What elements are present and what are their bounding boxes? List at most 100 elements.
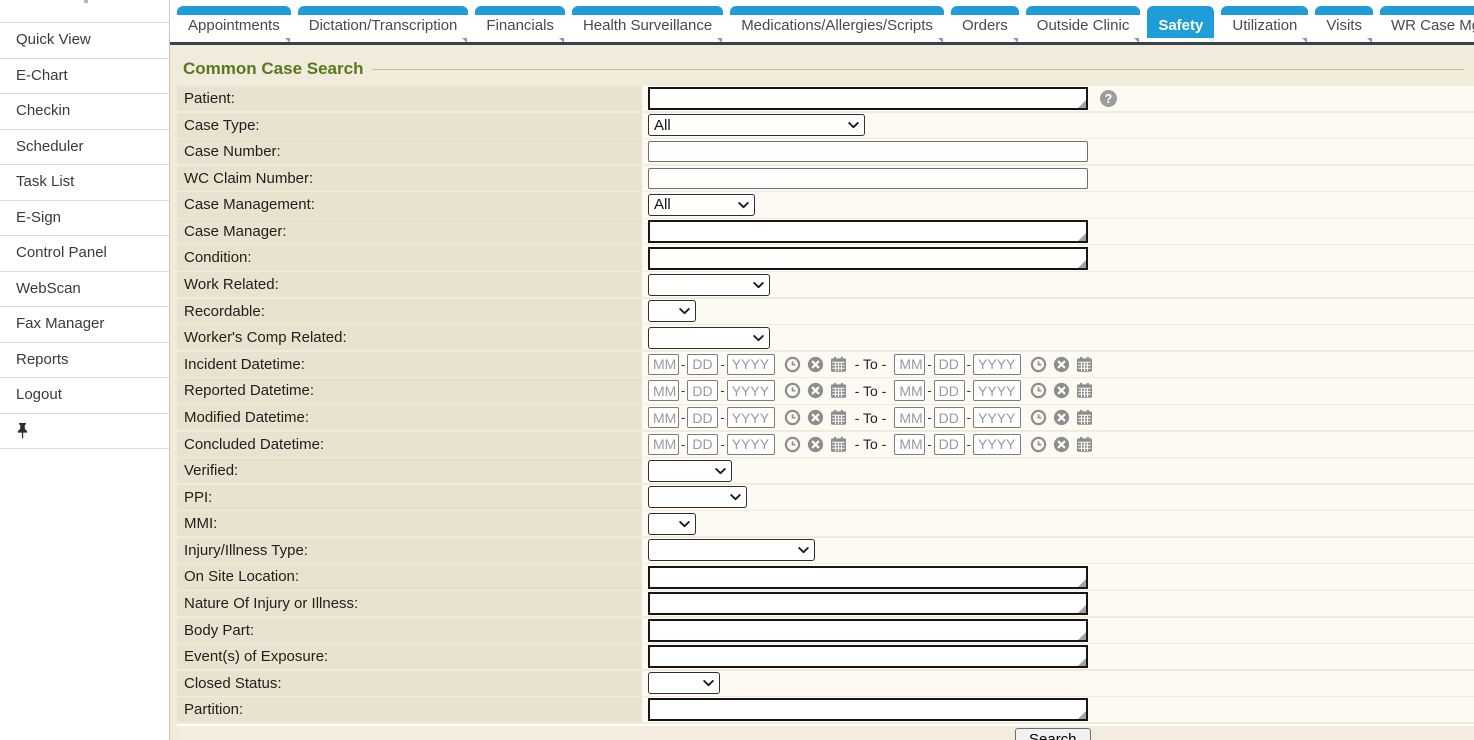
recordable-select[interactable] [648,300,696,322]
tab-financials[interactable]: Financials [475,6,565,38]
resize-grip[interactable] [1078,260,1086,268]
tab-orders[interactable]: Orders [951,6,1019,38]
search-button[interactable]: Search [1015,728,1091,740]
work-related-select[interactable] [648,274,770,296]
verified-select[interactable] [648,460,732,482]
tab-medications-allergies-scripts[interactable]: Medications/Allergies/Scripts [730,6,944,38]
nature-of-injury-input[interactable] [650,594,1086,613]
events-of-exposure-input[interactable] [650,647,1086,666]
tab-appointments[interactable]: Appointments [177,6,291,38]
day-input[interactable] [687,380,718,401]
tab-safety[interactable]: Safety [1147,6,1214,38]
month-input[interactable] [648,354,679,375]
month-input[interactable] [648,380,679,401]
resize-grip[interactable] [1078,605,1086,613]
clock-icon[interactable] [784,409,801,426]
day-input[interactable] [687,354,718,375]
clock-icon[interactable] [784,356,801,373]
wc-claim-number-input[interactable] [648,168,1088,189]
resize-grip[interactable] [1078,658,1086,666]
condition-input[interactable] [650,249,1086,268]
case-manager-input[interactable] [650,222,1086,241]
sidebar-item-webscan[interactable]: WebScan [0,272,169,308]
year-input[interactable] [727,407,775,428]
calendar-icon[interactable] [830,409,847,426]
calendar-icon[interactable] [830,356,847,373]
case-management-select[interactable]: All [648,194,755,216]
clock-icon[interactable] [1030,409,1047,426]
help-icon[interactable]: ? [1100,90,1117,107]
year-input[interactable] [727,380,775,401]
clear-icon[interactable] [807,409,824,426]
clear-icon[interactable] [1053,409,1070,426]
sidebar-item-control-panel[interactable]: Control Panel [0,236,169,272]
day-input[interactable] [934,354,965,375]
calendar-icon[interactable] [1076,436,1093,453]
sidebar-item-quick-view[interactable]: Quick View [0,23,169,59]
year-input[interactable] [973,380,1021,401]
clock-icon[interactable] [784,436,801,453]
year-input[interactable] [973,407,1021,428]
clear-icon[interactable] [1053,382,1070,399]
sidebar-item-task-list[interactable]: Task List [0,165,169,201]
resize-grip[interactable] [1078,100,1086,108]
patient-input[interactable] [650,89,1086,108]
sidebar-item-scheduler[interactable]: Scheduler [0,130,169,166]
injury-illness-type-select[interactable] [648,539,815,561]
partition-input[interactable] [650,700,1086,719]
month-input[interactable] [894,434,925,455]
resize-grip[interactable] [1078,233,1086,241]
sidebar-item-fax-manager[interactable]: Fax Manager [0,307,169,343]
sidebar-item-e-sign[interactable]: E-Sign [0,201,169,237]
clear-icon[interactable] [807,436,824,453]
ppi-select[interactable] [648,486,747,508]
mmi-select[interactable] [648,513,696,535]
year-input[interactable] [973,434,1021,455]
tab-health-surveillance[interactable]: Health Surveillance [572,6,723,38]
tab-wr-case-mgmt[interactable]: WR Case Mgmt [1380,6,1474,38]
resize-grip[interactable] [1078,632,1086,640]
month-input[interactable] [648,434,679,455]
workers-comp-related-select[interactable] [648,327,770,349]
calendar-icon[interactable] [1076,382,1093,399]
clock-icon[interactable] [1030,382,1047,399]
day-input[interactable] [687,407,718,428]
clock-icon[interactable] [1030,356,1047,373]
calendar-icon[interactable] [1076,409,1093,426]
month-input[interactable] [648,407,679,428]
month-input[interactable] [894,354,925,375]
year-input[interactable] [727,354,775,375]
calendar-icon[interactable] [830,382,847,399]
tab-utilization[interactable]: Utilization [1221,6,1308,38]
case-number-input[interactable] [648,141,1088,162]
year-input[interactable] [727,434,775,455]
calendar-icon[interactable] [1076,356,1093,373]
calendar-icon[interactable] [830,436,847,453]
resize-grip[interactable] [1078,579,1086,587]
tab-visits[interactable]: Visits [1315,6,1373,38]
clear-icon[interactable] [1053,436,1070,453]
sidebar-item-logout[interactable]: Logout [0,378,169,414]
day-input[interactable] [934,434,965,455]
sidebar-item-e-chart[interactable]: E-Chart [0,59,169,95]
day-input[interactable] [934,380,965,401]
clear-icon[interactable] [807,382,824,399]
body-part-input[interactable] [650,621,1086,640]
clear-icon[interactable] [807,356,824,373]
sidebar-pin-toggle[interactable] [0,414,169,449]
day-input[interactable] [934,407,965,428]
case-type-select[interactable]: All [648,114,865,136]
on-site-location-input[interactable] [650,568,1086,587]
clock-icon[interactable] [784,382,801,399]
sidebar-item-reports[interactable]: Reports [0,343,169,379]
tab-dictation-transcription[interactable]: Dictation/Transcription [298,6,469,38]
clock-icon[interactable] [1030,436,1047,453]
sidebar-item-checkin[interactable]: Checkin [0,94,169,130]
month-input[interactable] [894,407,925,428]
tab-outside-clinic[interactable]: Outside Clinic [1026,6,1141,38]
resize-grip[interactable] [1078,711,1086,719]
month-input[interactable] [894,380,925,401]
closed-status-select[interactable] [648,672,720,694]
day-input[interactable] [687,434,718,455]
year-input[interactable] [973,354,1021,375]
